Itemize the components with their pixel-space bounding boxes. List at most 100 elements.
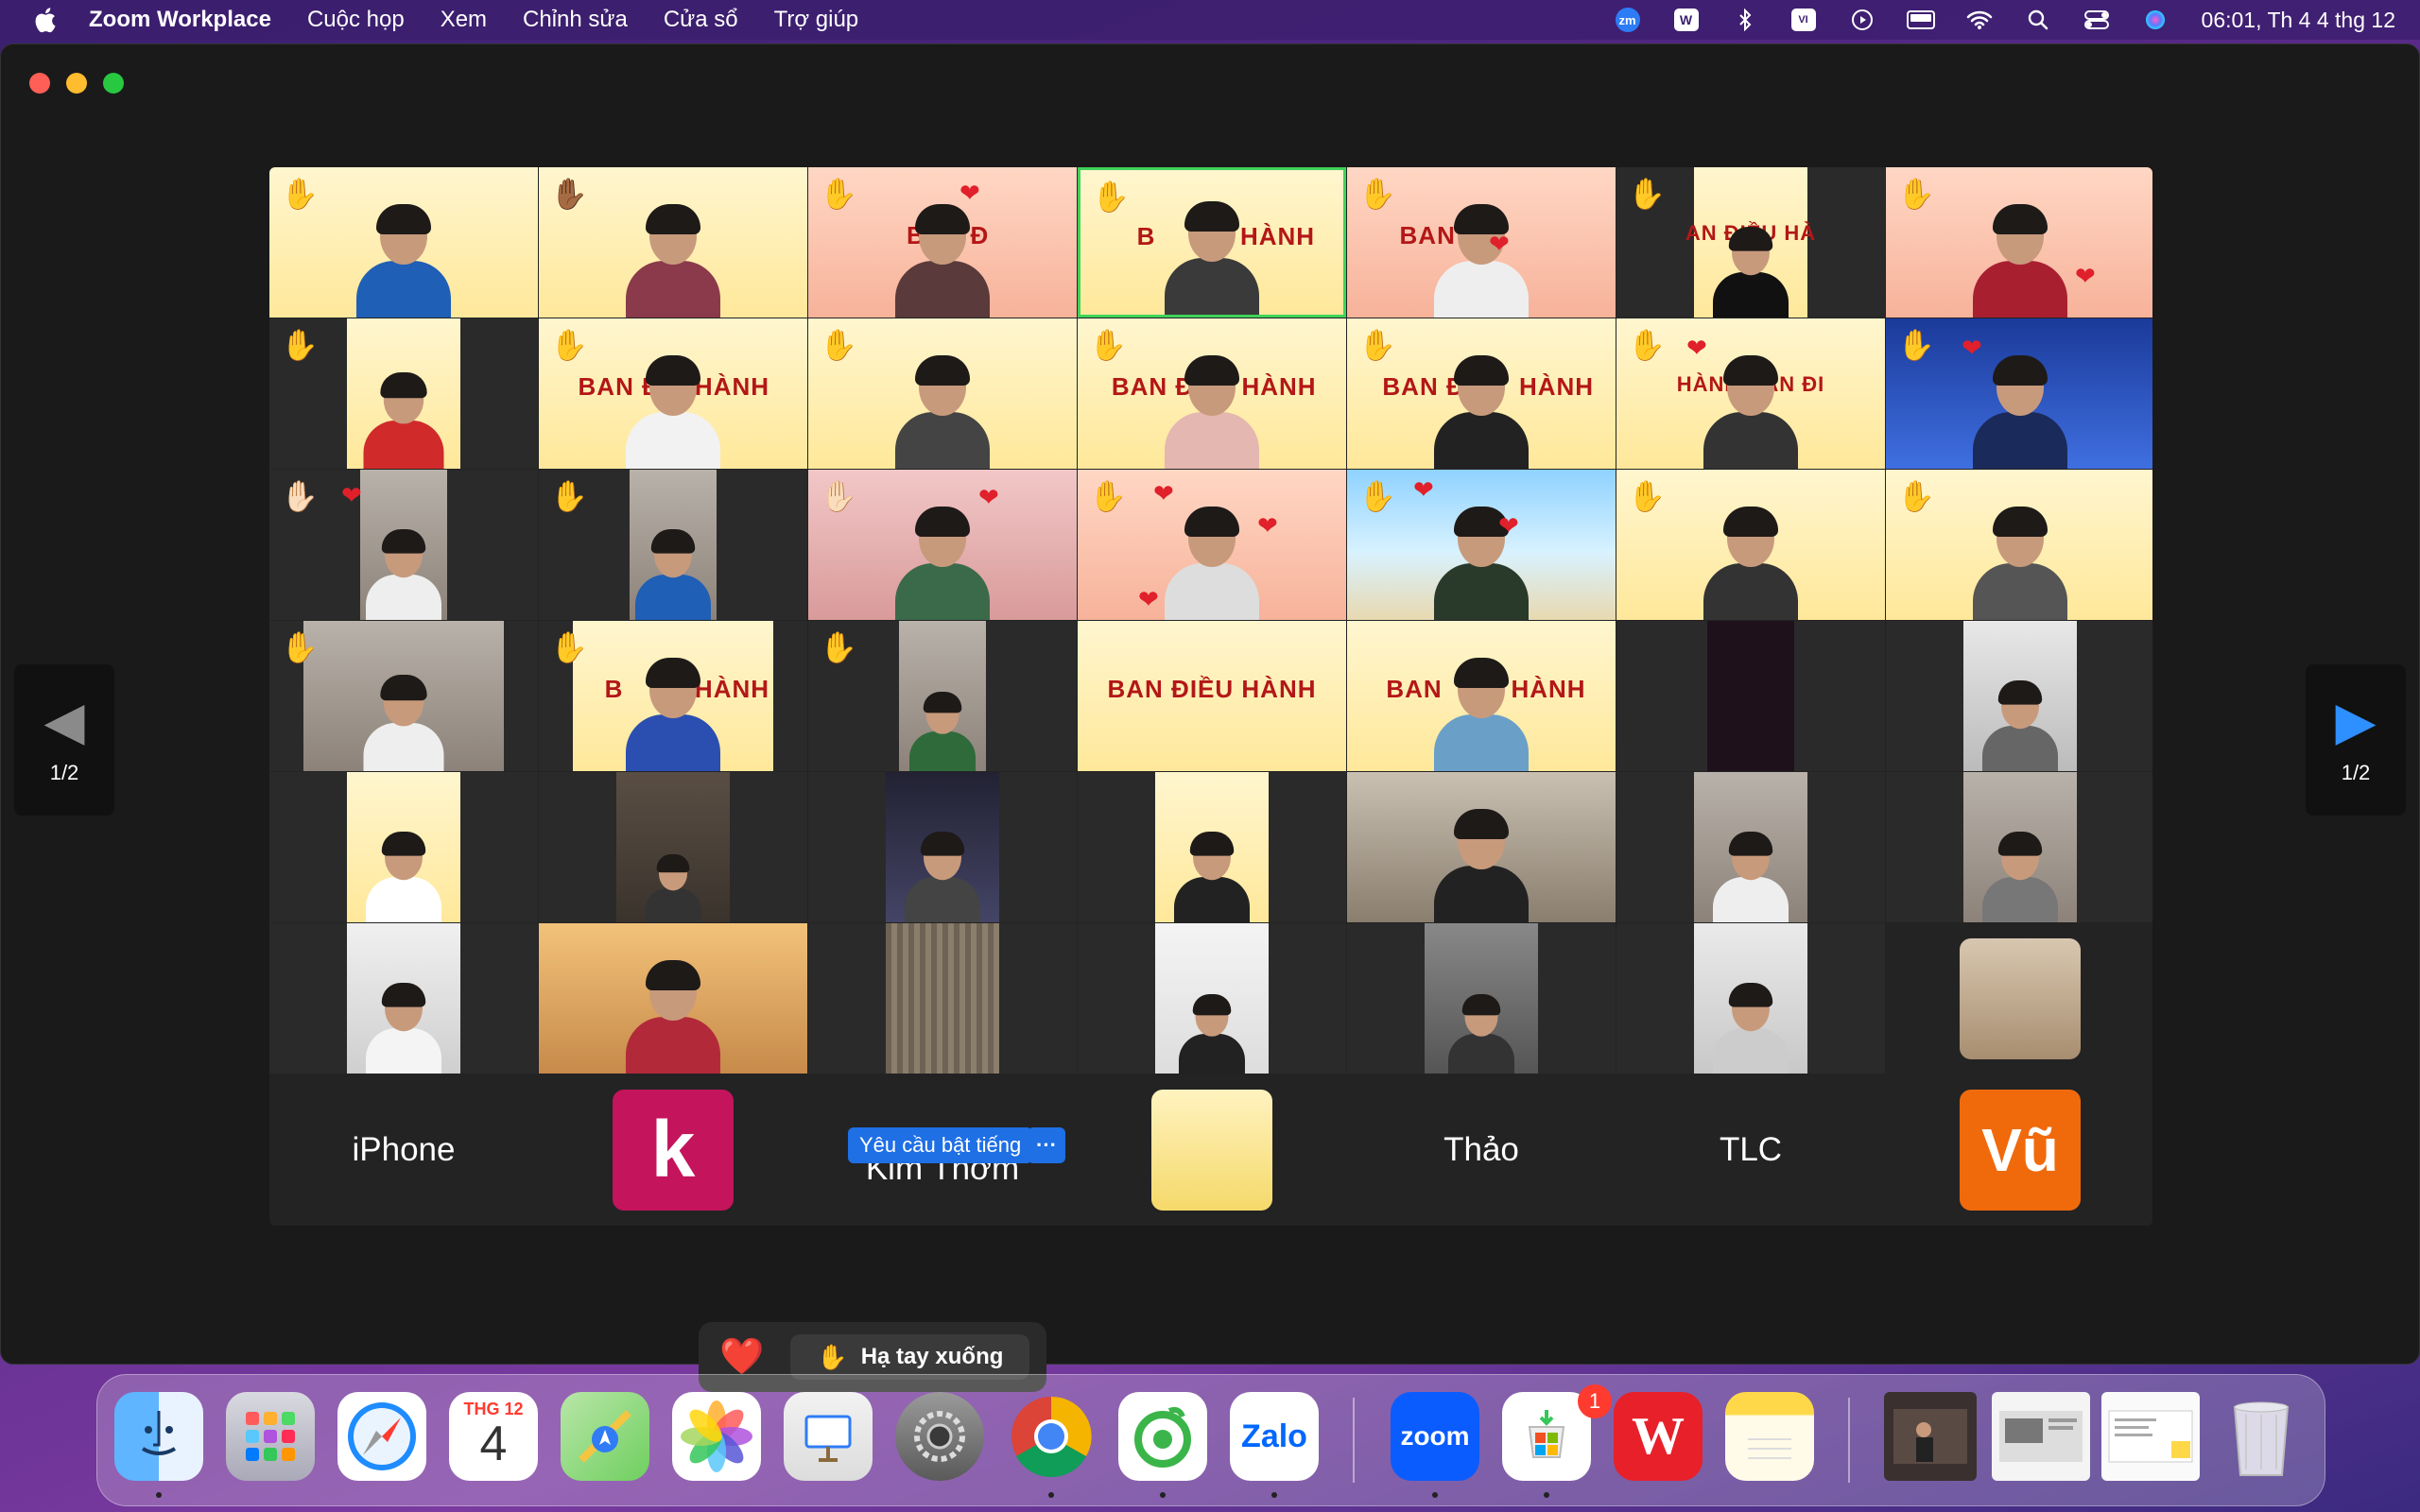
video-tile[interactable] [808,923,1077,1074]
heart-reaction-button[interactable]: ❤️ [719,1336,764,1378]
close-window-button[interactable] [29,73,50,94]
safari-icon[interactable] [337,1392,426,1481]
coccoc-icon[interactable] [1118,1392,1207,1481]
avatar-tile-vu[interactable]: Vũ [1886,1074,2152,1225]
vietnamese-input-icon[interactable]: VI [1789,8,1818,32]
menu-help[interactable]: Trợ giúp [774,7,859,33]
video-tile[interactable] [1078,772,1346,922]
request-unmute-button[interactable]: Yêu cầu bật tiếng [848,1127,1033,1163]
video-tile[interactable] [1886,923,2152,1074]
video-tile[interactable]: ✋ [808,621,1077,771]
video-tile[interactable]: ✋ ❤ ❤ [1347,470,1616,620]
keynote-icon[interactable] [784,1392,873,1481]
video-tile[interactable]: ✋ ❤ [1886,318,2152,469]
zoom-icon[interactable]: zoom [1391,1392,1479,1481]
video-tile[interactable]: BAN Đ ✋ ❤ [808,167,1077,318]
menu-view[interactable]: Xem [441,7,487,33]
video-tile[interactable]: ✋🏾 [539,167,807,318]
previous-page-button[interactable]: ◀ 1/2 [14,664,114,816]
siri-icon[interactable] [2141,8,2169,32]
video-tile[interactable]: BAN ✋ ❤ [1347,167,1616,318]
raised-hand-icon: ✋ [820,630,857,664]
video-tile[interactable]: ✋ [539,470,807,620]
app-menu-zoom[interactable]: Zoom Workplace [89,7,271,33]
control-center-icon[interactable] [2083,8,2111,32]
video-tile[interactable] [269,772,538,922]
video-tile[interactable] [1616,772,1885,922]
apple-menu-icon[interactable] [28,6,60,34]
launchpad-icon[interactable] [226,1392,315,1481]
lower-hand-button[interactable]: ✋ Hạ tay xuống [790,1334,1030,1380]
spotlight-search-icon[interactable] [2024,8,2052,32]
raised-hand-icon: ✋ [1092,180,1130,214]
zoom-status-icon[interactable]: zm [1614,8,1642,32]
name-tile-tlc[interactable]: TLC [1616,1074,1885,1225]
trash-icon[interactable] [2217,1392,2306,1481]
video-tile[interactable]: BAN Đ HÀNH ✋ [539,318,807,469]
status-area: zm W VI 06:01, Th 4 4 thg 12 [1583,0,2395,40]
minimize-window-button[interactable] [66,73,87,94]
window-preview-3[interactable] [2101,1392,2200,1481]
video-tile[interactable] [1886,772,2152,922]
video-tile[interactable]: ✋ [269,318,538,469]
video-tile[interactable] [1616,621,1885,771]
bluetooth-icon[interactable] [1731,8,1759,32]
calendar-icon[interactable]: THG 12 4 [449,1392,538,1481]
notes-icon[interactable] [1725,1392,1814,1481]
zoom-meeting-window: ◀ 1/2 ▶ 1/2 ✋ ✋🏾 BAN Đ ✋ ❤ B HÀNH [0,43,2420,1392]
wps-status-icon[interactable]: W [1672,8,1701,32]
photos-icon[interactable] [672,1392,761,1481]
avatar-tile-banner[interactable] [1078,1074,1346,1225]
name-tile-iphone[interactable]: iPhone [269,1074,538,1225]
window-preview-2[interactable] [1992,1392,2090,1481]
video-tile[interactable]: ✋ [269,621,538,771]
video-tile[interactable]: ✋ [1616,470,1885,620]
wps-office-icon[interactable]: W [1614,1392,1703,1481]
video-tile[interactable]: BAN ĐI HÀNH ✋ [1347,318,1616,469]
video-tile[interactable] [1886,621,2152,771]
video-tile[interactable] [1078,923,1346,1074]
video-tile[interactable]: ✋ [269,167,538,318]
battery-icon[interactable] [1906,8,1935,32]
participant-video [1979,832,2062,922]
maps-icon[interactable] [561,1392,649,1481]
video-tile[interactable]: ✋ [1886,470,2152,620]
name-tile-thao[interactable]: Thảo [1347,1074,1616,1225]
system-settings-icon[interactable] [895,1392,984,1481]
video-tile[interactable] [1616,923,1885,1074]
video-tile[interactable]: HÀNH BAN ĐI ❤ ✋ [1616,318,1885,469]
menubar-clock[interactable]: 06:01, Th 4 4 thg 12 [2202,8,2395,33]
video-tile[interactable] [539,923,807,1074]
video-tile[interactable]: BAN ĐIỀU HÀNH [1078,621,1346,771]
video-tile[interactable] [808,772,1077,922]
video-tile[interactable] [269,923,538,1074]
video-tile[interactable]: ✋🏻 ❤ [808,470,1077,620]
menu-window[interactable]: Cửa sổ [664,7,738,33]
more-options-button[interactable]: ··· [1028,1127,1065,1163]
video-tile[interactable]: ✋ ❤ [1886,167,2152,318]
video-tile[interactable]: ✋🏻 ❤ [269,470,538,620]
video-tile[interactable]: ✋ ❤ ❤ ❤ [1078,470,1346,620]
fullscreen-window-button[interactable] [103,73,124,94]
menu-meeting[interactable]: Cuộc họp [307,7,405,33]
video-tile[interactable] [1347,923,1616,1074]
video-tile[interactable] [539,772,807,922]
video-tile[interactable]: ✋ [808,318,1077,469]
screen-record-icon[interactable] [1848,8,1876,32]
menu-edit[interactable]: Chỉnh sửa [523,7,628,33]
wifi-icon[interactable] [1965,8,1994,32]
avatar-tile-k[interactable]: k [539,1074,807,1225]
video-tile[interactable]: B HÀNH ✋ [539,621,807,771]
raised-hand-icon: ✋ [550,328,588,362]
video-tile[interactable] [1347,772,1616,922]
chrome-icon[interactable] [1007,1392,1096,1481]
video-tile[interactable]: BAN Đ HÀNH ✋ [1078,318,1346,469]
window-preview-1[interactable] [1884,1392,1977,1481]
zalo-icon[interactable]: Zalo [1230,1392,1319,1481]
lower-hand-label: Hạ tay xuống [860,1344,1004,1369]
video-tile[interactable]: BAN HÀNH [1347,621,1616,771]
next-page-button[interactable]: ▶ 1/2 [2306,664,2406,816]
video-tile[interactable]: AN ĐIỀU HÀ ✋ [1616,167,1885,318]
video-tile-active-speaker[interactable]: B HÀNH ✋ [1078,167,1346,318]
finder-icon[interactable] [114,1392,203,1481]
